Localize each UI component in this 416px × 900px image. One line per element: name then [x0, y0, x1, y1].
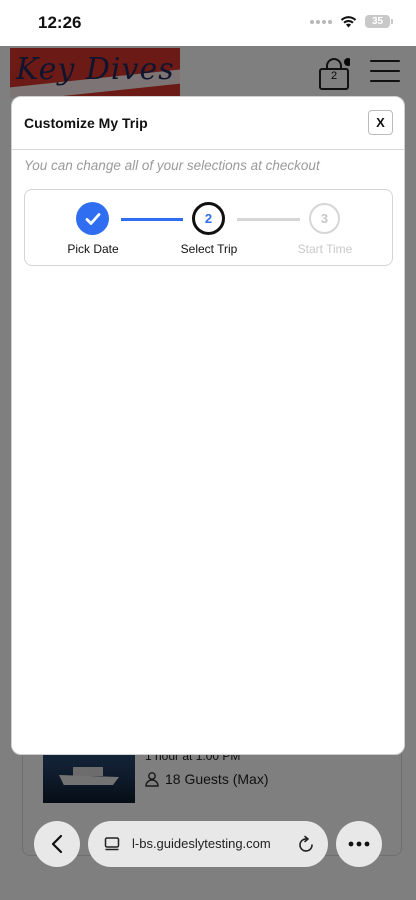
- step-3-pending: 3: [309, 203, 340, 234]
- battery-icon: 35: [365, 15, 393, 28]
- customize-trip-modal: Customize My Trip X You can change all o…: [11, 96, 405, 755]
- step-1-complete[interactable]: [76, 202, 109, 235]
- status-bar: 12:26 35: [0, 0, 416, 46]
- status-icons: 35: [310, 15, 393, 28]
- checkmark-icon: [85, 212, 100, 225]
- step-2-active[interactable]: 2: [192, 202, 225, 235]
- progress-stepper: 2 3 Pick Date Select Trip Start Time: [24, 189, 393, 266]
- modal-title: Customize My Trip: [24, 115, 148, 131]
- step-1-label: Pick Date: [67, 242, 119, 256]
- reload-icon[interactable]: [298, 835, 315, 853]
- back-button[interactable]: [34, 821, 80, 867]
- divider: [12, 149, 404, 150]
- status-time: 12:26: [38, 13, 82, 32]
- more-options-button[interactable]: [336, 821, 382, 867]
- step-connector-1: [121, 218, 183, 221]
- step-connector-2: [237, 218, 300, 221]
- wifi-icon: [340, 16, 357, 28]
- tabs-icon: [104, 837, 120, 851]
- url-text: l-bs.guideslytesting.com: [132, 836, 271, 851]
- browser-toolbar: l-bs.guideslytesting.com: [0, 806, 416, 900]
- step-3-label: Start Time: [297, 242, 353, 256]
- close-button[interactable]: X: [368, 110, 393, 135]
- step-2-label: Select Trip: [180, 242, 238, 256]
- address-bar[interactable]: l-bs.guideslytesting.com: [88, 821, 328, 867]
- checkout-note: You can change all of your selections at…: [24, 158, 320, 173]
- ellipsis-icon: [348, 841, 370, 847]
- cellular-signal-icon: [310, 19, 332, 24]
- chevron-left-icon: [51, 834, 63, 854]
